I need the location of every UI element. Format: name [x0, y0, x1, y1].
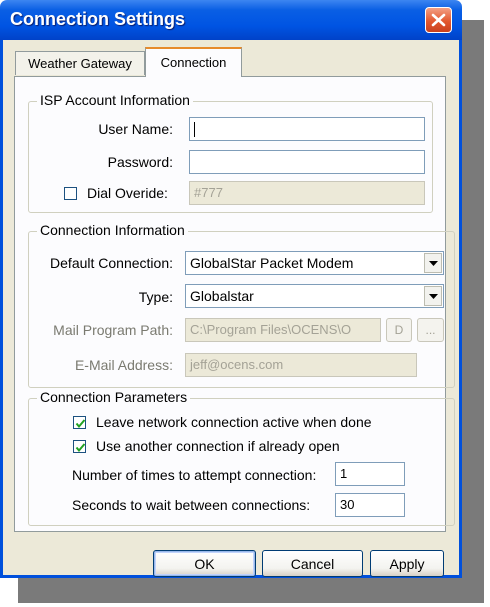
type-select[interactable]: Globalstar: [185, 284, 444, 308]
default-connection-select[interactable]: GlobalStar Packet Modem: [185, 251, 444, 275]
leave-active-checkbox[interactable]: [73, 416, 86, 429]
dial-override-checkbox[interactable]: [64, 187, 77, 200]
mail-program-d-label: D: [394, 323, 404, 337]
email-address-input: jeff@ocens.com: [185, 353, 417, 377]
chevron-down-icon: [429, 261, 438, 266]
title-bar[interactable]: Connection Settings: [0, 0, 462, 40]
mail-program-d-button: D: [386, 318, 412, 342]
tab-weather-gateway-label: Weather Gateway: [28, 56, 132, 71]
isp-account-legend: ISP Account Information: [37, 92, 193, 108]
window-title: Connection Settings: [10, 9, 185, 29]
username-label: User Name:: [98, 121, 173, 137]
mail-program-path-label: Mail Program Path:: [53, 322, 173, 338]
default-connection-label: Default Connection:: [50, 255, 173, 271]
use-another-label: Use another connection if already open: [96, 438, 340, 454]
wait-seconds-value: 30: [340, 497, 355, 512]
username-input[interactable]: [189, 117, 425, 141]
dial-override-input: #777: [189, 181, 425, 205]
close-button[interactable]: [425, 7, 452, 33]
mail-program-path-value: C:\Program Files\OCENS\O: [190, 322, 352, 337]
type-dropdown-button[interactable]: [424, 286, 442, 306]
attempts-label: Number of times to attempt connection:: [72, 467, 317, 483]
mail-program-path-input: C:\Program Files\OCENS\O: [185, 318, 381, 342]
checkmark-icon: [75, 443, 86, 453]
password-input[interactable]: [189, 150, 425, 174]
use-another-checkbox[interactable]: [73, 440, 86, 453]
attempts-input[interactable]: 1: [335, 462, 405, 486]
tab-connection-label: Connection: [160, 55, 227, 70]
ok-button[interactable]: OK: [153, 550, 256, 577]
mail-program-browse-button: ...: [417, 318, 444, 342]
type-value: Globalstar: [190, 288, 254, 304]
apply-button-label: Apply: [389, 556, 425, 572]
checkmark-icon: [75, 419, 86, 429]
chevron-down-icon: [429, 294, 438, 299]
leave-active-label: Leave network connection active when don…: [96, 414, 372, 430]
email-address-label: E-Mail Address:: [74, 357, 173, 373]
tab-connection[interactable]: Connection: [145, 47, 242, 77]
mail-program-browse-label: ...: [425, 323, 436, 337]
password-label: Password:: [107, 154, 173, 170]
connection-parameters-legend: Connection Parameters: [37, 389, 191, 405]
ok-button-label: OK: [194, 556, 215, 572]
connection-info-legend: Connection Information: [37, 222, 188, 238]
dial-override-value: #777: [194, 185, 223, 200]
attempts-value: 1: [340, 466, 348, 481]
text-caret: [194, 122, 195, 138]
type-label: Type:: [138, 289, 173, 305]
default-connection-dropdown-button[interactable]: [424, 253, 442, 273]
close-icon: [431, 13, 446, 27]
wait-seconds-label: Seconds to wait between connections:: [72, 497, 311, 513]
cancel-button[interactable]: Cancel: [262, 550, 363, 577]
dial-override-label: Dial Overide:: [87, 185, 168, 201]
cancel-button-label: Cancel: [290, 556, 335, 572]
email-address-value: jeff@ocens.com: [190, 357, 284, 372]
wait-seconds-input[interactable]: 30: [335, 493, 405, 517]
default-connection-value: GlobalStar Packet Modem: [190, 255, 354, 271]
apply-button[interactable]: Apply: [370, 550, 444, 577]
tab-weather-gateway[interactable]: Weather Gateway: [15, 51, 145, 75]
